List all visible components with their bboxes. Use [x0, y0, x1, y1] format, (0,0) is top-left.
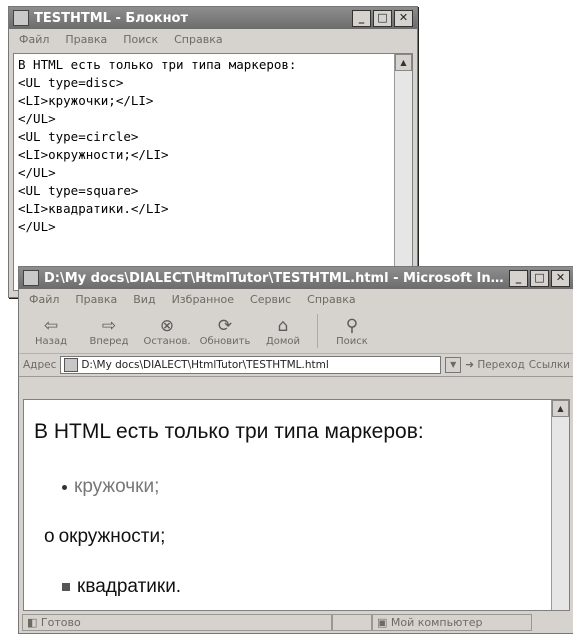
address-input[interactable]: D:\My docs\DIALECT\HtmlTutor\TESTHTML.ht…	[60, 356, 442, 374]
list-item: квадратики.	[62, 576, 181, 598]
minimize-button[interactable]: _	[352, 9, 371, 27]
forward-button[interactable]: ⇨ Вперед	[85, 316, 133, 347]
address-bar: Адрес D:\My docs\DIALECT\HtmlTutor\TESTH…	[19, 354, 573, 377]
list-item: o окружности;	[44, 526, 165, 548]
text-line: </UL>	[18, 111, 56, 126]
minimize-button[interactable]: _	[509, 269, 528, 287]
forward-label: Вперед	[89, 335, 129, 347]
status-zone-text: Мой компьютер	[390, 616, 483, 629]
menu-view[interactable]: Вид	[133, 293, 155, 306]
stop-button[interactable]: ⊗ Останов.	[143, 316, 191, 347]
page-icon	[64, 358, 79, 372]
links-button[interactable]: Ссылки	[529, 359, 570, 371]
notepad-text-area[interactable]: В HTML есть только три типа маркеров: <U…	[13, 53, 413, 291]
disc-bullet-icon	[62, 484, 67, 490]
maximize-button[interactable]: □	[530, 269, 549, 287]
notepad-menubar: Файл Правка Поиск Справка	[9, 29, 417, 49]
menu-help[interactable]: Справка	[307, 293, 355, 306]
refresh-button[interactable]: ⟳ Обновить	[199, 315, 251, 347]
notepad-icon	[13, 10, 29, 26]
browser-window: D:\My docs\DIALECT\HtmlTutor\TESTHTML.ht…	[18, 266, 573, 634]
ie-icon	[23, 270, 39, 286]
list-item-text: кружочки;	[74, 476, 160, 497]
forward-arrow-icon: ⇨	[101, 315, 117, 336]
home-label: Домой	[265, 335, 301, 347]
browser-titlebar[interactable]: D:\My docs\DIALECT\HtmlTutor\TESTHTML.ht…	[19, 267, 573, 289]
page-scrollbar[interactable]: ▲	[551, 400, 569, 610]
maximize-button[interactable]: □	[373, 9, 392, 27]
menu-search[interactable]: Поиск	[123, 33, 158, 46]
square-bullet-icon	[62, 583, 70, 591]
menu-help[interactable]: Справка	[174, 33, 222, 46]
address-label: Адрес	[23, 359, 57, 371]
computer-icon: ▣	[377, 616, 391, 629]
search-label: Поиск	[336, 335, 368, 347]
stop-label: Останов.	[143, 335, 191, 347]
search-icon: ⚲	[345, 315, 359, 336]
menu-edit[interactable]: Правка	[65, 33, 107, 46]
circle-bullet-icon: o	[44, 526, 55, 547]
text-line: В HTML есть только три типа маркеров:	[18, 57, 297, 72]
status-zone: ▣ Мой компьютер	[372, 614, 532, 631]
status-bar: ◧ Готово ▣ Мой компьютер	[22, 613, 571, 632]
address-value: D:\My docs\DIALECT\HtmlTutor\TESTHTML.ht…	[81, 359, 329, 371]
text-line: </UL>	[18, 165, 56, 180]
page-done-icon: ◧	[27, 616, 41, 629]
browser-menubar: Файл Правка Вид Избранное Сервис Справка	[19, 289, 573, 309]
list-item-text: квадратики.	[77, 576, 182, 597]
browser-toolbar: ⇦ Назад ⇨ Вперед ⊗ Останов. ⟳ Обновить ⌂…	[19, 309, 573, 354]
text-line: <LI>окружности;</LI>	[18, 147, 169, 162]
text-line: </UL>	[18, 219, 56, 234]
menu-file[interactable]: Файл	[29, 293, 59, 306]
back-label: Назад	[34, 335, 67, 347]
page-viewport[interactable]: В HTML есть только три типа маркеров: кр…	[23, 399, 570, 611]
menu-file[interactable]: Файл	[19, 33, 49, 46]
refresh-label: Обновить	[199, 335, 251, 347]
home-icon: ⌂	[277, 315, 289, 336]
scroll-up-icon[interactable]: ▲	[395, 54, 412, 71]
browser-title: D:\My docs\DIALECT\HtmlTutor\TESTHTML.ht…	[44, 270, 509, 286]
address-dropdown-icon[interactable]: ▼	[445, 357, 462, 373]
status-ready: ◧ Готово	[22, 614, 332, 631]
notepad-text: В HTML есть только три типа маркеров: <U…	[18, 56, 390, 236]
menu-favorites[interactable]: Избранное	[172, 293, 234, 306]
search-button[interactable]: ⚲ Поиск	[328, 316, 376, 347]
notepad-titlebar[interactable]: TESTHTML - Блокнот _ □ ✕	[9, 7, 417, 29]
close-button[interactable]: ✕	[551, 269, 570, 287]
text-line: <LI>кружочки;</LI>	[18, 93, 154, 108]
status-blank	[332, 614, 372, 631]
notepad-scrollbar[interactable]: ▲	[394, 54, 412, 290]
notepad-title: TESTHTML - Блокнот	[34, 10, 189, 26]
back-arrow-icon: ⇦	[43, 315, 59, 336]
text-line: <UL type=disc>	[18, 75, 124, 90]
text-line: <UL type=circle>	[18, 129, 139, 144]
list-item-text: окружности;	[58, 526, 166, 547]
notepad-window: TESTHTML - Блокнот _ □ ✕ Файл Правка Пои…	[8, 6, 418, 298]
toolbar-separator	[317, 314, 318, 348]
scroll-up-icon[interactable]: ▲	[552, 400, 569, 417]
home-button[interactable]: ⌂ Домой	[259, 316, 307, 347]
go-label: Переход	[477, 359, 525, 371]
list-item: кружочки;	[62, 476, 159, 498]
text-line: <LI>квадратики.</LI>	[18, 201, 169, 216]
close-button[interactable]: ✕	[394, 9, 413, 27]
page-heading: В HTML есть только три типа маркеров:	[34, 420, 424, 443]
status-ready-text: Готово	[40, 616, 81, 629]
back-button[interactable]: ⇦ Назад	[27, 316, 75, 347]
text-line: <UL type=square>	[18, 183, 139, 198]
menu-tools[interactable]: Сервис	[250, 293, 291, 306]
stop-icon: ⊗	[159, 315, 175, 336]
go-button[interactable]: ➜ Переход	[465, 359, 525, 371]
refresh-icon: ⟳	[217, 315, 233, 336]
menu-edit[interactable]: Правка	[75, 293, 117, 306]
